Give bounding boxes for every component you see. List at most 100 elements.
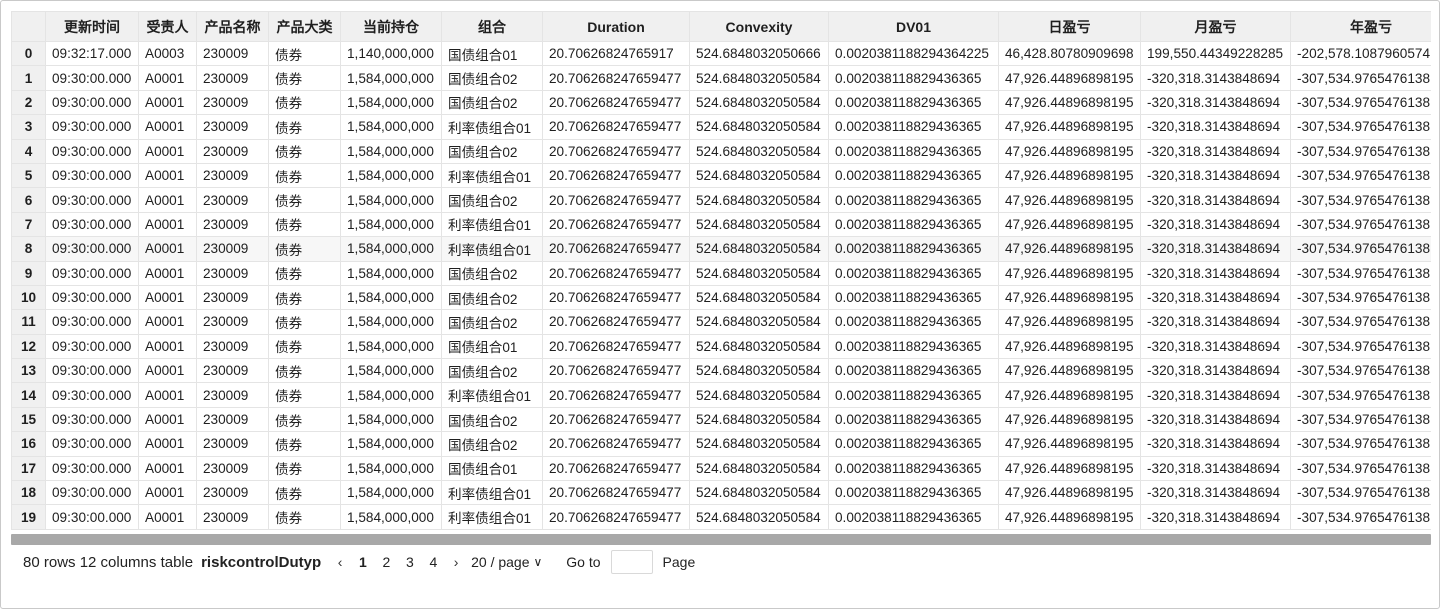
table-row[interactable]: 16 09:30:00.000 A0001 230009 债券 1,584,000,000… [11, 431, 1431, 457]
index-header[interactable] [11, 11, 46, 42]
table-cell: -307,534.9765476138 [1290, 187, 1431, 213]
column-header[interactable]: 月盈亏 [1140, 11, 1291, 42]
table-row[interactable]: 18 09:30:00.000 A0001 230009 债券 1,584,000,000… [11, 480, 1431, 506]
column-header[interactable]: 日盈亏 [998, 11, 1141, 42]
table-cell: 20.706268247659477 [542, 382, 690, 408]
horizontal-scrollbar[interactable] [11, 534, 1431, 545]
table-info: 80 rows 12 columns table [23, 553, 194, 571]
table-cell: 1,584,000,000 [340, 162, 442, 189]
table-cell: A0001 [138, 187, 197, 213]
table-row[interactable]: 17 09:30:00.000 A0001 230009 债券 1,584,000,000… [11, 455, 1431, 482]
table-cell: 20.706268247659477 [542, 260, 690, 286]
column-header[interactable]: Convexity [689, 11, 829, 42]
table-cell: 47,926.44896898195 [998, 406, 1141, 433]
page-label: Page [662, 554, 696, 570]
table-cell: 09:30:00.000 [45, 480, 139, 506]
row-index: 7 [11, 211, 46, 238]
table-row[interactable]: 11 09:30:00.000 A0001 230009 债券 1,584,000,000… [11, 309, 1431, 335]
table-cell: 47,926.44896898195 [998, 382, 1141, 408]
table-cell: 国债组合02 [441, 260, 543, 286]
table-cell: 09:30:00.000 [45, 309, 139, 335]
column-header[interactable]: DV01 [828, 11, 999, 42]
table-scroll-area[interactable]: 更新时间 受责人 产品名称 产品大类 当前持仓 组合 Duration Convexity DV… [11, 11, 1431, 533]
table-cell: -307,534.9765476138 [1290, 89, 1431, 116]
page-button-2[interactable]: 2 [375, 554, 399, 570]
table-cell: 债券 [268, 187, 341, 213]
table-cell: 524.6848032050584 [689, 236, 829, 262]
table-row[interactable]: 4 09:30:00.000 A0001 230009 债券 1,584,000,000 国… [11, 138, 1431, 164]
table-cell: 利率债组合01 [441, 504, 543, 530]
table-cell: 230009 [196, 284, 269, 311]
column-header[interactable]: 更新时间 [45, 11, 139, 42]
table-cell: 230009 [196, 431, 269, 457]
table-cell: 1,584,000,000 [340, 236, 442, 262]
table-cell: 47,926.44896898195 [998, 65, 1141, 91]
table-row[interactable]: 0 09:32:17.000 A0003 230009 债券 1,140,000,000 国… [11, 40, 1431, 67]
column-header[interactable]: 产品大类 [268, 11, 341, 42]
column-header[interactable]: 产品名称 [196, 11, 269, 42]
table-cell: 1,584,000,000 [340, 260, 442, 286]
table-cell: 债券 [268, 333, 341, 360]
table-cell: 债券 [268, 309, 341, 335]
table-cell: 47,926.44896898195 [998, 455, 1141, 482]
table-row[interactable]: 10 09:30:00.000 A0001 230009 债券 1,584,000,000… [11, 284, 1431, 311]
table-cell: 47,926.44896898195 [998, 114, 1141, 140]
goto-label: Go to [566, 554, 601, 570]
row-index: 9 [11, 260, 46, 286]
column-header[interactable]: 当前持仓 [340, 11, 442, 42]
table-row[interactable]: 19 09:30:00.000 A0001 230009 债券 1,584,000,000… [11, 504, 1431, 530]
table-row[interactable]: 2 09:30:00.000 A0001 230009 债券 1,584,000,000 国… [11, 89, 1431, 116]
table-cell: 230009 [196, 382, 269, 408]
table-row[interactable]: 8 09:30:00.000 A0001 230009 债券 1,584,000,000 利… [11, 236, 1431, 262]
row-index: 17 [11, 455, 46, 482]
table-cell: 47,926.44896898195 [998, 162, 1141, 189]
table-cell: 20.706268247659477 [542, 162, 690, 189]
page-size-select[interactable]: 20 / page ∨ [471, 554, 542, 570]
chevron-left-icon[interactable]: ‹ [329, 554, 351, 570]
table-cell: 0.002038118829436365 [828, 114, 999, 140]
table-cell: 47,926.44896898195 [998, 358, 1141, 384]
table-cell: 0.002038118829436365 [828, 187, 999, 213]
table-row[interactable]: 13 09:30:00.000 A0001 230009 债券 1,584,000,000… [11, 358, 1431, 384]
row-index: 18 [11, 480, 46, 506]
table-row[interactable]: 3 09:30:00.000 A0001 230009 债券 1,584,000,000 利… [11, 114, 1431, 140]
column-header[interactable]: Duration [542, 11, 690, 42]
table-cell: 0.002038118829436365 [828, 480, 999, 506]
table-row[interactable]: 9 09:30:00.000 A0001 230009 债券 1,584,000,000 国… [11, 260, 1431, 286]
table-row[interactable]: 1 09:30:00.000 A0001 230009 债券 1,584,000,000 国… [11, 65, 1431, 91]
table-cell: 09:30:00.000 [45, 358, 139, 384]
table-cell: 0.002038118829436365 [828, 504, 999, 530]
table-cell: 524.6848032050584 [689, 504, 829, 530]
table-row[interactable]: 14 09:30:00.000 A0001 230009 债券 1,584,000,000… [11, 382, 1431, 408]
table-cell: 524.6848032050666 [689, 40, 829, 67]
row-index: 6 [11, 187, 46, 213]
chevron-right-icon[interactable]: › [445, 554, 467, 570]
table-cell: 债券 [268, 358, 341, 384]
table-cell: 债券 [268, 114, 341, 140]
column-header[interactable]: 年盈亏 [1290, 11, 1431, 42]
table-row[interactable]: 12 09:30:00.000 A0001 230009 债券 1,584,000,000… [11, 333, 1431, 360]
column-header[interactable]: 受责人 [138, 11, 197, 42]
table-cell: -307,534.9765476138 [1290, 333, 1431, 360]
table-cell: -320,318.3143848694 [1140, 162, 1291, 189]
table-cell: 0.002038118829436365 [828, 309, 999, 335]
table-cell: -320,318.3143848694 [1140, 358, 1291, 384]
table-cell: 债券 [268, 455, 341, 482]
table-cell: 债券 [268, 65, 341, 91]
table-cell: 国债组合02 [441, 187, 543, 213]
page-button-1[interactable]: 1 [351, 554, 375, 570]
table-row[interactable]: 15 09:30:00.000 A0001 230009 债券 1,584,000,000… [11, 406, 1431, 433]
table-cell: 230009 [196, 333, 269, 360]
page-button-4[interactable]: 4 [422, 554, 446, 570]
table-cell: 利率债组合01 [441, 480, 543, 506]
table-cell: 国债组合01 [441, 455, 543, 482]
table-row[interactable]: 5 09:30:00.000 A0001 230009 债券 1,584,000,000 利… [11, 162, 1431, 189]
table-cell: -307,534.9765476138 [1290, 114, 1431, 140]
table-cell: 0.002038118829436365 [828, 236, 999, 262]
table-row[interactable]: 6 09:30:00.000 A0001 230009 债券 1,584,000,000 国… [11, 187, 1431, 213]
goto-page-input[interactable] [610, 550, 653, 574]
table-row[interactable]: 7 09:30:00.000 A0001 230009 债券 1,584,000,000 利… [11, 211, 1431, 238]
table-cell: 230009 [196, 162, 269, 189]
page-button-3[interactable]: 3 [398, 554, 422, 570]
column-header[interactable]: 组合 [441, 11, 543, 42]
